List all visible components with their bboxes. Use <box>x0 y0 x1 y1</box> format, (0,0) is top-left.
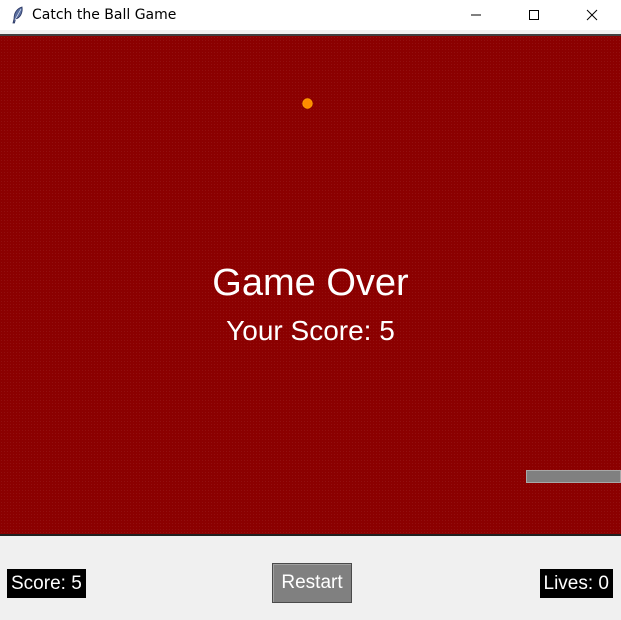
game-over-text: Game Over <box>212 262 409 304</box>
final-score-text: Your Score: 5 <box>226 315 395 346</box>
close-button[interactable] <box>563 0 621 30</box>
close-icon <box>586 6 598 25</box>
minimize-button[interactable] <box>447 0 505 30</box>
paddle[interactable] <box>526 470 621 483</box>
lives-label: Lives: 0 <box>539 569 613 598</box>
feather-icon <box>6 0 30 30</box>
window-title: Catch the Ball Game <box>32 7 177 23</box>
restart-button[interactable]: Restart <box>272 563 352 603</box>
maximize-icon <box>528 6 540 25</box>
score-label: Score: 5 <box>7 569 86 598</box>
window-controls <box>447 0 621 30</box>
ball <box>302 96 313 109</box>
maximize-button[interactable] <box>505 0 563 30</box>
minimize-icon <box>470 6 482 25</box>
title-bar: Catch the Ball Game <box>0 0 621 30</box>
game-canvas[interactable]: Game Over Your Score: 5 <box>0 36 621 536</box>
